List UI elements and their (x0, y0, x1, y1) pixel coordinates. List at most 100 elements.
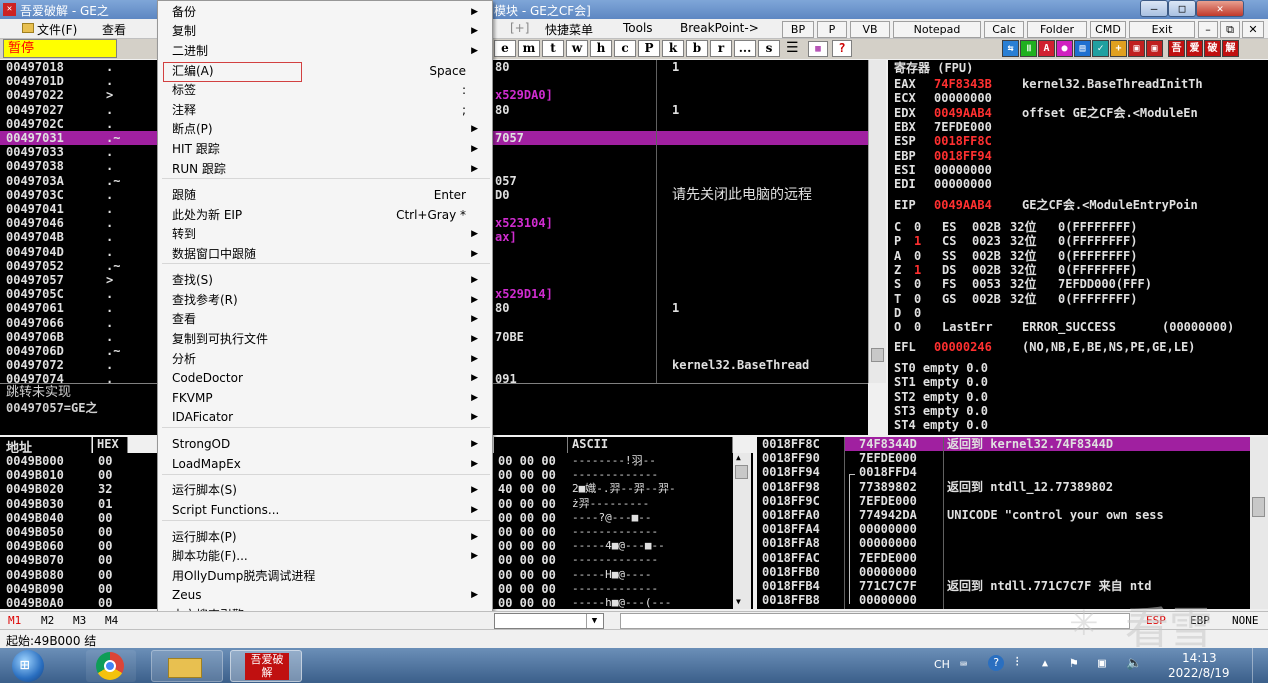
address-cell[interactable]: 00497061 (6, 301, 64, 315)
breakpoints-window-button[interactable]: b (686, 40, 708, 57)
flag-value[interactable]: 1 (914, 263, 921, 277)
dump-ascii[interactable]: ------------- (572, 553, 658, 567)
disasm-text[interactable]: D0 (495, 188, 509, 202)
windows-window-button[interactable]: w (566, 40, 588, 57)
logo-icon-3[interactable]: 破 (1204, 40, 1221, 57)
context-menu-item[interactable]: RUN 跟踪 ▶ (172, 160, 490, 179)
menu-tools[interactable]: Tools (623, 21, 653, 35)
stack-value[interactable]: 00000000 (859, 565, 917, 579)
show-hidden-icons[interactable]: ▲ (1042, 658, 1048, 669)
context-menu-item[interactable]: 数据窗口中跟随 ▶ (172, 245, 490, 264)
dump-hex[interactable]: 00 (98, 596, 112, 610)
stack-address[interactable]: 0018FF90 (762, 451, 820, 465)
menu-view[interactable]: 查看 (102, 21, 126, 38)
dump-hex-tail[interactable]: 00 00 00 (498, 454, 556, 468)
db-icon[interactable]: ● (1056, 40, 1073, 57)
p-button[interactable]: P (817, 21, 847, 38)
address-cell[interactable]: 0049705C (6, 287, 64, 301)
eip-value[interactable]: 0049AAB4 (934, 198, 992, 212)
ollydbg-taskbar-button[interactable]: 吾爱破解 (230, 650, 302, 682)
context-menu-item[interactable]: 运行脚本(S) ▶ (172, 481, 490, 500)
context-menu-item[interactable]: Script Functions... ▶ (172, 501, 490, 520)
context-menu-item[interactable]: Zeus ▶ (172, 586, 490, 605)
flag-value[interactable]: 0 (914, 306, 921, 320)
dump-hex[interactable]: 00 (98, 582, 112, 596)
dump-hex-tail[interactable]: 00 00 00 (498, 511, 556, 525)
calc-button[interactable]: Calc (984, 21, 1024, 38)
comment-cell[interactable]: 请先关闭此电脑的远程 (672, 186, 812, 204)
address-cell[interactable]: 0049704D (6, 245, 64, 259)
dump-ascii[interactable]: -----h■@---(--- (572, 596, 671, 610)
comment-cell[interactable]: 1 (672, 60, 679, 74)
dump-header-hex[interactable]: HEX (93, 437, 128, 453)
stack-value[interactable]: 77389802 (859, 480, 917, 494)
fill-icon-2[interactable]: ▣ (1146, 40, 1163, 57)
context-menu-item[interactable]: 查找参考(R) ▶ (172, 291, 490, 310)
dump-hex[interactable]: 00 (98, 468, 112, 482)
dump-address[interactable]: 0049B0A0 (6, 596, 64, 610)
bp-button[interactable]: BP (782, 21, 814, 38)
dump-hex[interactable]: 00 (98, 539, 112, 553)
menu-file[interactable]: 文件(F) (37, 21, 77, 38)
register-value[interactable]: 0018FF8C (934, 134, 992, 148)
menu-shortcut[interactable]: 快捷菜单 (545, 21, 593, 38)
help-tray-icon[interactable]: ? (988, 655, 1004, 671)
stack-address[interactable]: 0018FFA4 (762, 522, 820, 536)
stack-address[interactable]: 0018FFA8 (762, 536, 820, 550)
volume-icon[interactable]: 🔈 (1126, 656, 1142, 671)
fpu-register[interactable]: ST0 empty 0.0 (894, 361, 988, 375)
disasm-text[interactable]: 80 (495, 103, 509, 117)
address-cell[interactable]: 0049703C (6, 188, 64, 202)
disasm-text[interactable]: 80 (495, 301, 509, 315)
fill-icon[interactable]: ▣ (1128, 40, 1145, 57)
address-cell[interactable]: 00497027 (6, 103, 64, 117)
dump-address[interactable]: 0049B040 (6, 511, 64, 525)
call-stack-button[interactable]: k (662, 40, 684, 57)
dump-ascii[interactable]: ------------- (572, 582, 658, 596)
context-menu-item[interactable]: 标签: (172, 81, 490, 100)
source-window-button[interactable]: s (758, 40, 780, 57)
stack-address[interactable]: 0018FFB8 (762, 593, 820, 607)
address-cell[interactable]: 0049706D (6, 344, 64, 358)
inner-close-button[interactable]: ✕ (1242, 21, 1264, 38)
dump-ascii[interactable]: 2■嬂-.羿--羿--羿- (572, 482, 676, 496)
tab-m1[interactable]: M1 (8, 614, 21, 627)
context-menu-item[interactable]: 断点(P) ▶ (172, 120, 490, 139)
context-menu-item[interactable]: 用OllyDump脱壳调试进程 (172, 567, 490, 586)
address-cell[interactable]: 0049703A (6, 174, 64, 188)
dump-hex[interactable]: 00 (98, 525, 112, 539)
context-menu-item[interactable]: 跟随 Enter (172, 186, 490, 205)
dump-ascii[interactable]: ------------- (572, 525, 658, 539)
stack-address[interactable]: 0018FF8C (762, 437, 820, 451)
ime-icon[interactable]: ⁝ (1015, 654, 1019, 670)
dump-hex-tail[interactable]: 00 00 00 (498, 553, 556, 567)
flag-value[interactable]: 0 (914, 220, 921, 234)
dump-hex-tail[interactable]: 00 00 00 (498, 497, 556, 511)
handles-window-button[interactable]: h (590, 40, 612, 57)
dump-address[interactable]: 0049B090 (6, 582, 64, 596)
address-cell[interactable]: 00497033 (6, 145, 64, 159)
menu-breakpoint[interactable]: BreakPoint-> (680, 21, 759, 35)
context-menu-item[interactable]: 复制到可执行文件 ▶ (172, 330, 490, 349)
tab-m4[interactable]: M4 (105, 614, 118, 627)
cmd-button[interactable]: CMD (1090, 21, 1126, 38)
patches-window-button[interactable]: P (638, 40, 660, 57)
fpu-register[interactable]: ST2 empty 0.0 (894, 390, 988, 404)
stack-value[interactable]: 74F8344D (859, 437, 917, 451)
ok-icon[interactable]: ✓ (1092, 40, 1109, 57)
context-menu-item[interactable]: StrongOD ▶ (172, 435, 490, 454)
stack-address[interactable]: 0018FFA0 (762, 508, 820, 522)
maximize-button[interactable]: □ (1168, 0, 1196, 17)
log-window-button[interactable]: e (494, 40, 516, 57)
address-cell[interactable]: 0049702C (6, 117, 64, 131)
dump-address[interactable]: 0049B030 (6, 497, 64, 511)
dump-hex[interactable]: 00 (98, 568, 112, 582)
disasm-text[interactable]: x529DA0] (495, 88, 553, 102)
comment-cell[interactable]: 1 (672, 301, 679, 315)
context-menu-item[interactable]: 二进制 ▶ (172, 42, 490, 61)
dump-header-ascii[interactable]: ASCII (568, 437, 733, 453)
address-cell[interactable]: 00497018 (6, 60, 64, 74)
inner-restore-button[interactable]: ⧉ (1220, 21, 1240, 38)
comment-cell[interactable]: 1 (672, 103, 679, 117)
register-value[interactable]: 0049AAB4 (934, 106, 992, 120)
